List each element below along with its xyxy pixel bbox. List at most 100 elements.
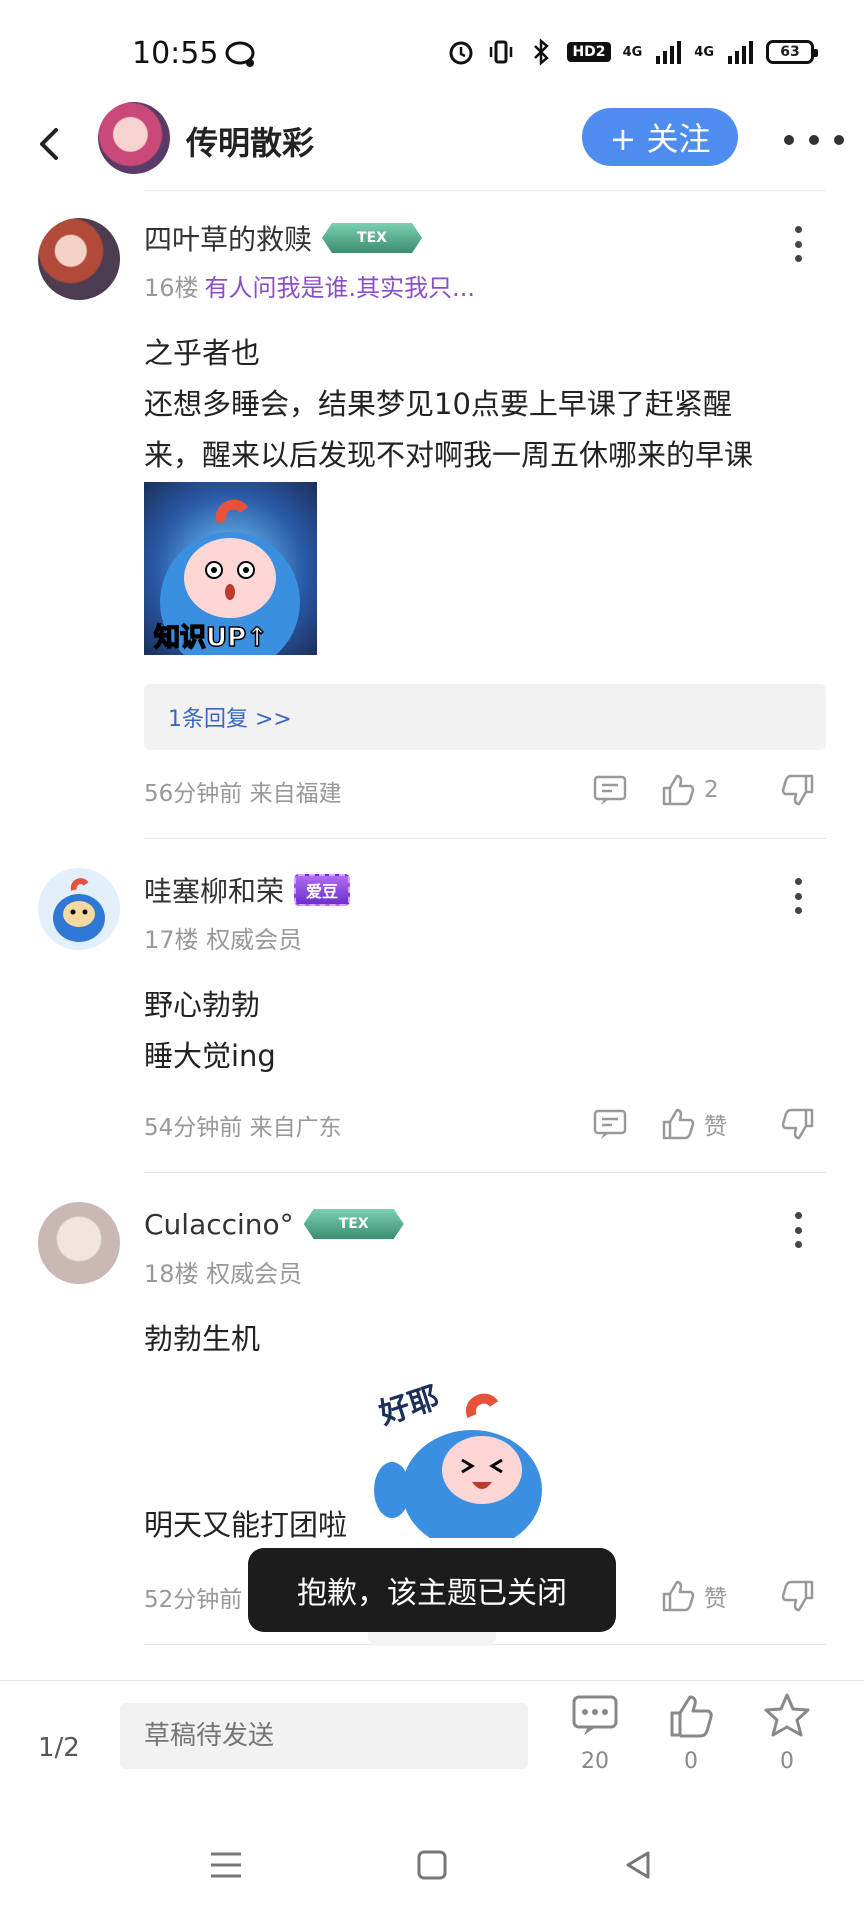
username[interactable]: Culaccino°: [144, 1208, 294, 1241]
like-button[interactable]: 2: [660, 770, 719, 810]
thumb-up-icon: [662, 1108, 695, 1140]
back-icon[interactable]: [22, 116, 78, 172]
alarm-icon: [449, 41, 473, 65]
nav-back-button[interactable]: [608, 1840, 668, 1890]
content-line: 来，醒来以后发现不对啊我一周五休哪来的早课: [144, 438, 754, 472]
status-bar: 10:55 HD2 4G 4G 63: [0, 0, 864, 100]
dislike-button[interactable]: [780, 1576, 816, 1616]
comment-button[interactable]: [592, 770, 628, 810]
post-content-extra: 明天又能打团啦: [144, 1500, 834, 1551]
sticker-caption: 好耶: [374, 1380, 443, 1432]
kebab-icon[interactable]: [786, 1210, 810, 1250]
signal-2: 4G: [694, 44, 714, 60]
signal-1: 4G: [622, 44, 643, 60]
comments-button[interactable]: 20: [560, 1691, 630, 1774]
member-level: 权威会员: [206, 1260, 303, 1288]
post-content: 勃勃生机: [144, 1314, 834, 1365]
thumb-up-icon: [670, 1695, 713, 1738]
like-button[interactable]: 赞: [660, 1104, 727, 1144]
author-name[interactable]: 传明散彩: [186, 118, 314, 164]
username[interactable]: 四叶草的救赎: [144, 218, 312, 258]
content-line: 还想多睡会，结果梦见10点要上早课了赶紧醒: [144, 387, 732, 421]
page-indicator[interactable]: 1/2: [38, 1733, 80, 1763]
bluetooth-icon: [534, 38, 550, 66]
sticker-image[interactable]: 知识UP↑: [144, 482, 317, 655]
thumb-up-icon: [662, 774, 695, 806]
kebab-icon[interactable]: [786, 224, 810, 264]
floor-number: 17楼: [144, 926, 199, 954]
reply-input[interactable]: [120, 1703, 528, 1769]
signal-bars-icon: [728, 41, 753, 64]
home-icon: [417, 1850, 447, 1880]
post-content: 之乎者也 还想多睡会，结果梦见10点要上早课了赶紧醒 来，醒来以后发现不对啊我一…: [144, 328, 834, 481]
sticker-caption: 知识UP↑: [154, 623, 268, 653]
battery-icon: 63: [766, 40, 818, 64]
comment-button[interactable]: [592, 1104, 628, 1144]
post-meta: 18楼 权威会员: [144, 1254, 302, 1289]
content-line: 睡大觉ing: [144, 1039, 276, 1073]
kebab-icon[interactable]: [786, 876, 810, 916]
toast-shadow: [368, 1632, 496, 1646]
post-time-location: 52分钟前: [144, 1587, 243, 1613]
home-button[interactable]: [402, 1840, 462, 1890]
dislike-button[interactable]: [780, 1104, 816, 1144]
post-footer: 54分钟前 来自广东 赞: [144, 1104, 826, 1144]
author-avatar[interactable]: [98, 102, 170, 174]
divider: [144, 190, 826, 191]
divider: [144, 838, 826, 839]
toast-message: 抱歉，该主题已关闭: [248, 1548, 616, 1632]
comment-icon: [572, 1695, 618, 1735]
post-content: 野心勃勃 睡大觉ing: [144, 980, 834, 1082]
post-meta: 17楼 权威会员: [144, 920, 302, 955]
thumb-down-icon: [781, 774, 814, 806]
thread-like-button[interactable]: 0: [656, 1691, 726, 1774]
user-signature[interactable]: 有人问我是谁.其实我只...: [205, 274, 476, 302]
follow-button[interactable]: + 关注: [582, 108, 738, 166]
menu-button[interactable]: [196, 1840, 256, 1890]
comment-count: 20: [581, 1749, 609, 1774]
like-label: 赞: [704, 1114, 727, 1140]
thumb-down-icon: [781, 1580, 814, 1612]
comment-icon: [593, 775, 627, 805]
thumb-down-icon: [781, 1108, 814, 1140]
level-badge: TEX: [322, 223, 423, 253]
star-count: 0: [780, 1749, 794, 1774]
thumb-up-icon: [662, 1580, 695, 1612]
favorite-button[interactable]: 0: [752, 1691, 822, 1774]
avatar[interactable]: [38, 868, 120, 950]
more-icon[interactable]: [784, 120, 844, 160]
status-time: 10:55: [132, 36, 219, 71]
like-label: 赞: [704, 1586, 727, 1612]
content-line: 明天又能打团啦: [144, 1508, 348, 1542]
post-meta: 16楼 有人问我是谁.其实我只...: [144, 268, 475, 303]
content-line: 野心勃勃: [144, 988, 261, 1022]
comment-icon: [593, 1109, 627, 1139]
avatar-mascot: [53, 878, 105, 942]
post-time-location: 56分钟前 来自福建: [144, 781, 342, 807]
like-count: 2: [704, 777, 719, 803]
chat-notification-icon: [225, 41, 255, 67]
divider: [144, 1172, 826, 1173]
like-count: 0: [684, 1749, 698, 1774]
post-time-location: 54分钟前 来自广东: [144, 1115, 342, 1141]
floor-number: 16楼: [144, 274, 199, 302]
post-footer: 56分钟前 来自福建 2: [144, 770, 826, 810]
like-button[interactable]: 赞: [660, 1576, 727, 1616]
signal-bars-icon: [656, 41, 682, 64]
star-icon: [764, 1693, 810, 1737]
level-badge: TEX: [303, 1209, 404, 1239]
content-line: 之乎者也: [144, 336, 261, 370]
vibrate-icon: [490, 40, 513, 64]
back-triangle-icon: [626, 1851, 650, 1879]
thread-header: 传明散彩 + 关注: [0, 100, 864, 190]
sticker-mascot: 知识UP↑: [153, 499, 300, 655]
dislike-button[interactable]: [780, 770, 816, 810]
avatar[interactable]: [38, 218, 120, 300]
reply-expand-link[interactable]: 1条回复 >>: [144, 684, 826, 750]
avatar[interactable]: [38, 1202, 120, 1284]
hd-badge: HD2: [567, 42, 611, 62]
system-nav-bar: [0, 1810, 864, 1920]
menu-icon: [211, 1852, 241, 1878]
bottom-action-bar: 1/2 20 0 0: [0, 1680, 864, 1810]
username[interactable]: 哇塞柳和荣: [144, 870, 284, 910]
